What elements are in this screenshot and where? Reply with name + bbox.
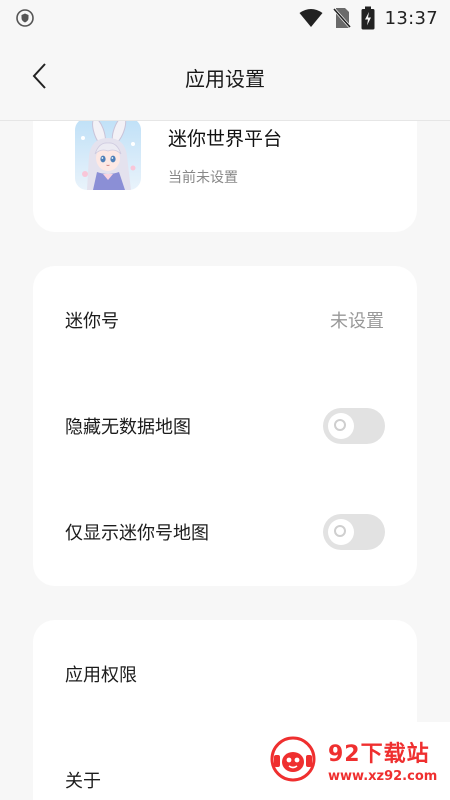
about-label: 关于 [65,771,101,792]
only-mini-maps-toggle[interactable] [323,514,385,550]
watermark-title: 92下载站 [328,742,430,767]
only-mini-maps-label: 仅显示迷你号地图 [65,523,209,544]
app-icon [75,118,141,190]
screen: 13:37 迷你世界平台 当前未设置 迷你号 未设置 隐藏无数据地图 仅显示迷你… [0,0,450,800]
app-permissions-label: 应用权限 [65,665,137,686]
status-bar: 13:37 [0,0,450,36]
mini-id-label: 迷你号 [65,311,119,332]
settings-card: 迷你号 未设置 隐藏无数据地图 仅显示迷你号地图 [33,266,417,586]
no-sim-icon [332,7,351,29]
watermark: 92下载站 www.xz92.com [250,722,450,800]
row-mini-id[interactable]: 迷你号 未设置 [33,290,417,350]
hide-no-data-label: 隐藏无数据地图 [65,417,191,438]
watermark-url: www.xz92.com [328,769,438,784]
header: 应用设置 [0,36,450,121]
row-app-permissions[interactable]: 应用权限 [33,644,417,704]
watermark-logo-icon [270,736,316,782]
page-title: 应用设置 [185,67,265,91]
row-hide-no-data-maps: 隐藏无数据地图 [33,396,417,456]
wifi-icon [299,8,323,28]
battery-charging-icon [361,6,375,30]
shield-icon [16,9,34,27]
app-name: 迷你世界平台 [168,128,283,150]
status-time: 13:37 [384,7,438,29]
app-status-text: 当前未设置 [168,170,238,186]
toggle-knob [328,413,354,439]
app-card[interactable]: 迷你世界平台 当前未设置 [33,104,417,232]
hide-no-data-toggle[interactable] [323,408,385,444]
toggle-knob [328,519,354,545]
mini-id-value: 未设置 [330,311,384,332]
row-only-mini-id-maps: 仅显示迷你号地图 [33,502,417,562]
status-icons: 13:37 [299,6,438,30]
